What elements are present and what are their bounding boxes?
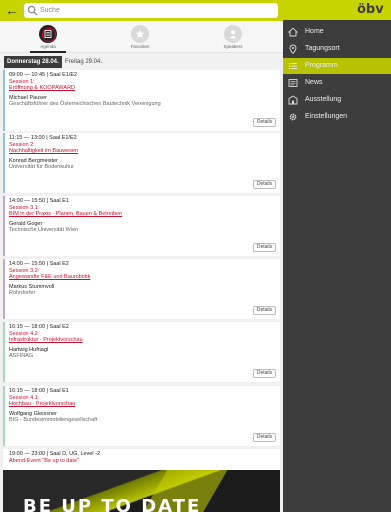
search-box[interactable] xyxy=(24,3,278,18)
session-organization: Geschäftsführer des Österreichischen Bau… xyxy=(9,101,161,107)
person-icon xyxy=(229,30,237,39)
session-title[interactable]: Nachhaltigkeit im Bauwesen xyxy=(9,148,276,155)
nav-label: News xyxy=(305,79,323,86)
nav-label: Programm xyxy=(305,62,338,69)
event-title[interactable]: Abend-Event "Be up to date" xyxy=(9,458,276,465)
session-card[interactable]: 14:00 — 15:50 | Saal E1 Session 3.1: BIM… xyxy=(3,196,280,256)
session-title[interactable]: Eröffnung & KOOPAWARD xyxy=(9,85,276,92)
event-promo-image: BE UP TO DATE xyxy=(3,470,280,512)
home-icon xyxy=(288,27,298,37)
details-button[interactable]: Details xyxy=(253,369,276,378)
session-organization: Universität für Bodenkultur xyxy=(9,164,74,170)
nav-item-einstellungen[interactable]: Einstellungen xyxy=(283,109,391,125)
session-title[interactable]: BIM in der Praxis - Planen, Bauen & Betr… xyxy=(9,211,276,218)
details-button[interactable]: Details xyxy=(253,180,276,189)
nav-item-tagungsort[interactable]: Tagungsort xyxy=(283,41,391,57)
details-button[interactable]: Details xyxy=(253,243,276,252)
details-button[interactable]: Details xyxy=(253,118,276,127)
session-color-stripe xyxy=(3,70,5,131)
details-button[interactable]: Details xyxy=(253,306,276,315)
main-panel: ← Agenda Favoriten xyxy=(0,0,283,512)
session-organization: ASFINAG xyxy=(9,353,34,359)
session-color-stripe xyxy=(3,259,5,319)
list-icon xyxy=(289,63,297,70)
obv-logo: öbv xyxy=(357,2,384,17)
tab-favoriten-label: Favoriten xyxy=(130,44,150,49)
session-title[interactable]: Hochbau - Projektvorschau xyxy=(9,401,276,408)
session-card[interactable]: 14:00 — 15:50 | Saal E2 Session 3.2: Ang… xyxy=(3,259,280,319)
evening-event-card[interactable]: 19:00 — 23:00 | Saal D, UG, Level -2 Abe… xyxy=(3,449,280,471)
news-icon xyxy=(288,79,298,87)
tab-speakers[interactable]: Speakers xyxy=(203,21,263,53)
tab-agenda[interactable]: Agenda xyxy=(18,21,78,53)
nav-label: Home xyxy=(305,28,324,35)
day-selector: Donnerstag 28.04. Freitag 29.04. xyxy=(0,55,283,69)
active-tab-indicator xyxy=(30,51,66,53)
session-card[interactable]: 11:15 — 13:00 | Saal E1/E2 Session 2: Na… xyxy=(3,133,280,193)
star-icon xyxy=(135,29,145,38)
session-card[interactable]: 16:15 — 18:00 | Saal E2 Session 4.2: Inf… xyxy=(3,322,280,382)
session-organization: BIG - Bundesimmobiliengesellschaft xyxy=(9,417,98,423)
session-card[interactable]: 09:00 — 10:45 | Saal E1/E2 Session 1: Er… xyxy=(3,70,280,131)
session-color-stripe xyxy=(3,196,5,256)
search-icon xyxy=(27,5,38,16)
building-icon xyxy=(288,95,298,105)
search-input[interactable] xyxy=(40,4,270,17)
nav-item-programm[interactable]: Programm xyxy=(283,58,391,74)
gear-icon xyxy=(289,113,297,121)
details-button[interactable]: Details xyxy=(253,433,276,442)
session-card[interactable]: 16:15 — 18:00 | Saal E1 Session 4.1: Hoc… xyxy=(3,386,280,446)
tab-agenda-label: Agenda xyxy=(40,44,56,49)
tab-bar: Agenda Favoriten Speakers xyxy=(0,21,283,53)
tab-speakers-label: Speakers xyxy=(223,44,243,49)
nav-item-home[interactable]: Home xyxy=(283,24,391,40)
back-arrow-icon[interactable]: ← xyxy=(4,3,20,18)
tab-favoriten[interactable]: Favoriten xyxy=(110,21,170,53)
session-color-stripe xyxy=(3,386,5,446)
location-pin-icon xyxy=(289,44,297,54)
nav-label: Ausstellung xyxy=(305,96,342,103)
day-friday[interactable]: Freitag 29.04. xyxy=(62,56,105,68)
session-organization: Technische Universität Wien xyxy=(9,227,79,233)
agenda-icon xyxy=(44,30,52,38)
nav-item-ausstellung[interactable]: Ausstellung xyxy=(283,92,391,108)
session-color-stripe xyxy=(3,322,5,382)
nav-header: öbv xyxy=(283,0,391,20)
nav-label: Tagungsort xyxy=(305,45,340,52)
session-title[interactable]: Angewandte F&E und Baurobotik xyxy=(9,274,276,281)
session-title[interactable]: Infrastruktur - Projektvorschau xyxy=(9,337,276,344)
session-organization: Rohrdorfer xyxy=(9,290,36,296)
top-bar: ← xyxy=(0,0,283,21)
session-color-stripe xyxy=(3,133,5,193)
event-promo-text: BE UP TO DATE xyxy=(23,496,202,512)
nav-label: Einstellungen xyxy=(305,113,348,120)
nav-item-news[interactable]: News xyxy=(283,75,391,91)
side-navigation: öbv Home Tagungsort Programm News Ausste… xyxy=(283,0,391,512)
day-thursday[interactable]: Donnerstag 28.04. xyxy=(4,56,62,68)
